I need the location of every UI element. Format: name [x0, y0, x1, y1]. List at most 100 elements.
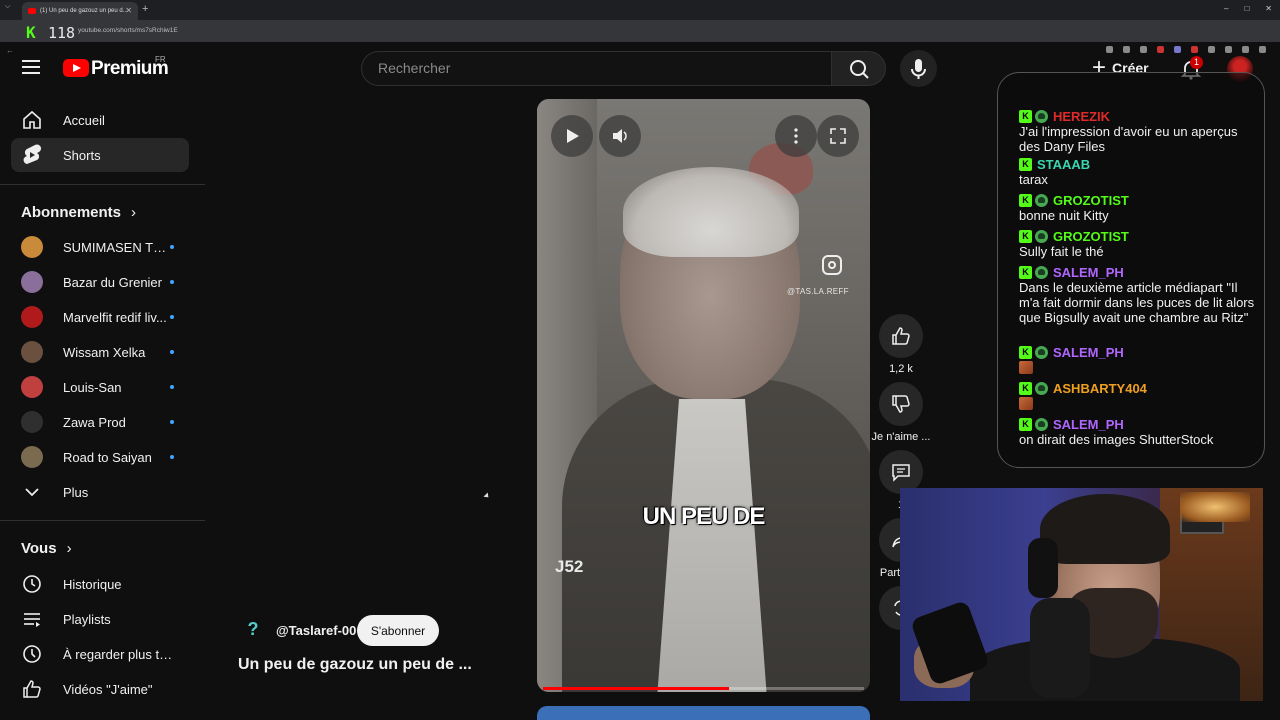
chat-username: ASHBARTY404 — [1053, 381, 1147, 396]
extension-icon[interactable] — [1157, 46, 1164, 53]
video-progress-bar[interactable] — [543, 687, 864, 690]
extension-icon[interactable] — [1225, 46, 1232, 53]
channel-avatar — [21, 446, 43, 468]
bookmark-star-icon[interactable] — [1140, 46, 1147, 53]
history-icon — [21, 573, 43, 595]
channel-avatar — [21, 411, 43, 433]
volume-button[interactable] — [599, 115, 641, 157]
channel-name: Bazar du Grenier — [63, 274, 162, 290]
video-title[interactable]: Un peu de gazouz un peu de ... — [238, 656, 472, 674]
url-text[interactable]: youtube.com/shorts/ms7sRchiw1E — [78, 27, 178, 34]
tab-search-icon[interactable]: ⌵ — [5, 3, 10, 11]
chat-message: K HEREZIK J'ai l'impression d'avoir eu un… — [1019, 109, 1259, 154]
channel-name: Road to Saiyan — [63, 449, 152, 465]
search-button[interactable] — [831, 51, 886, 86]
chat-text: on dirait des images ShutterStock — [1019, 432, 1214, 447]
sidebar-item-label: À regarder plus tard — [63, 646, 173, 662]
extension-icon[interactable] — [1174, 46, 1181, 53]
chat-emote — [1019, 397, 1033, 410]
sidebar-item-more[interactable]: Plus — [11, 475, 189, 509]
kick-badge-icon: K — [1019, 266, 1032, 279]
watch-later-icon — [21, 643, 43, 665]
search-input[interactable] — [378, 60, 798, 76]
chat-username: GROZOTIST — [1053, 229, 1129, 244]
video-frame-hair — [623, 167, 799, 257]
close-window-icon[interactable]: ✕ — [1265, 4, 1272, 13]
extension-icon[interactable] — [1191, 46, 1198, 53]
new-tab-icon[interactable]: + — [142, 3, 148, 15]
back-icon[interactable]: ← — [6, 46, 14, 55]
sidebar-item-shorts[interactable]: Shorts — [11, 138, 189, 172]
browser-tab[interactable]: (1) Un peu de gazouz un peu d... ✕ — [22, 2, 138, 20]
minimize-icon[interactable]: – — [1224, 4, 1228, 13]
stream-overlay-logo: K — [26, 23, 36, 42]
new-content-dot — [170, 280, 174, 284]
sidebar-item-home[interactable]: Accueil — [11, 103, 189, 137]
youtube-logo-icon[interactable] — [63, 59, 89, 77]
new-content-dot — [170, 245, 174, 249]
menu-icon[interactable] — [22, 60, 40, 74]
sidebar-channel[interactable]: Marvelfit redif liv... — [11, 300, 189, 334]
sidebar-channel[interactable]: Road to Saiyan — [11, 440, 189, 474]
logo-region: FR — [155, 55, 166, 64]
extension-icon[interactable] — [1242, 46, 1249, 53]
extension-icon[interactable] — [1208, 46, 1215, 53]
chat-message: K SALEM_PH on dirait des images ShutterSt… — [1019, 417, 1259, 447]
video-watermark-handle: @TAS.LA.REFF — [787, 287, 849, 296]
fullscreen-icon — [830, 128, 846, 144]
search-icon — [850, 60, 869, 79]
next-short-preview[interactable] — [537, 706, 870, 720]
webcam-background-lamp — [1180, 492, 1250, 522]
fullscreen-button[interactable] — [817, 115, 859, 157]
close-tab-icon[interactable]: ✕ — [125, 6, 132, 15]
chat-text: Dans le deuxième article médiapart "Il m… — [1019, 280, 1255, 325]
more-options-button[interactable] — [775, 115, 817, 157]
you-heading[interactable]: Vous › — [21, 540, 72, 557]
chat-message: K STAAAB tarax — [1019, 157, 1259, 187]
sidebar-item-watch-later[interactable]: À regarder plus tard — [11, 637, 189, 671]
chat-username: SALEM_PH — [1053, 265, 1124, 280]
chevron-down-icon — [21, 481, 43, 503]
sidebar-item-playlists[interactable]: Playlists — [11, 602, 189, 636]
skull-badge-icon — [1035, 346, 1048, 359]
channel-avatar-icon[interactable]: ? — [240, 619, 266, 643]
sidebar-channel[interactable]: Wissam Xelka — [11, 335, 189, 369]
play-button[interactable] — [551, 115, 593, 157]
sidebar-divider — [0, 184, 205, 185]
search-bar — [361, 51, 831, 86]
skull-badge-icon — [1035, 418, 1048, 431]
short-video-player[interactable]: @TAS.LA.REFF UN PEU DE J52 — [537, 99, 870, 692]
like-count: 1,2 k — [889, 363, 913, 375]
subscriptions-heading[interactable]: Abonnements › — [21, 204, 136, 221]
sidebar-item-liked-videos[interactable]: Vidéos "J'aime" — [11, 672, 189, 706]
kick-badge-icon: K — [1019, 194, 1032, 207]
maximize-icon[interactable]: □ — [1244, 4, 1249, 13]
chat-message: K ASHBARTY404 — [1019, 381, 1259, 410]
subscribe-button[interactable]: S'abonner — [357, 615, 439, 646]
sidebar-channel[interactable]: Zawa Prod — [11, 405, 189, 439]
extension-icon[interactable] — [1123, 46, 1130, 53]
dislike-button[interactable] — [879, 382, 923, 426]
extension-icons — [1106, 46, 1266, 53]
chat-message: K GROZOTIST Sully fait le thé — [1019, 229, 1259, 259]
stream-overlay-number: 118 — [48, 24, 76, 42]
like-button[interactable] — [879, 314, 923, 358]
extension-icon[interactable] — [1106, 46, 1113, 53]
channel-handle[interactable]: @Taslaref-00 — [276, 623, 356, 638]
video-caption: UN PEU DE — [642, 503, 766, 530]
browser-menu-icon[interactable] — [1259, 46, 1266, 53]
address-bar: ← — [0, 20, 1280, 55]
sidebar-channel[interactable]: Bazar du Grenier — [11, 265, 189, 299]
kick-badge-icon: K — [1019, 418, 1032, 431]
chat-username: HEREZIK — [1053, 109, 1111, 124]
new-content-dot — [170, 420, 174, 424]
voice-search-button[interactable] — [900, 50, 937, 87]
sidebar-channel[interactable]: Louis-San — [11, 370, 189, 404]
browser-tab-title: (1) Un peu de gazouz un peu d... — [40, 8, 128, 14]
browser-tab-bar: ⌵ (1) Un peu de gazouz un peu d... ✕ + –… — [0, 0, 1280, 20]
channel-name: Zawa Prod — [63, 414, 126, 430]
sidebar-channel[interactable]: SUMIMASEN TU... — [11, 230, 189, 264]
sidebar-item-history[interactable]: Historique — [11, 567, 189, 601]
skull-badge-icon — [1035, 230, 1048, 243]
play-icon — [567, 129, 579, 143]
